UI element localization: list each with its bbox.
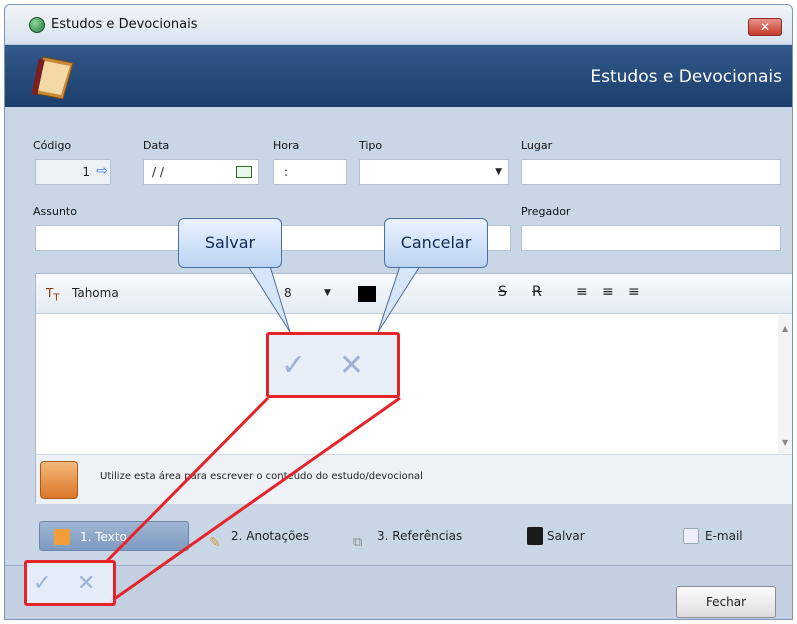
text-editor[interactable]: TT Tahoma 8 ▼ S R ≡ ≡ ≡ ▲ ▼ Utilize esta… — [35, 273, 792, 504]
pregador-field[interactable] — [521, 225, 781, 251]
tab-anotacoes-label: 2. Anotações — [231, 529, 310, 543]
calendar-icon[interactable] — [236, 166, 252, 178]
hora-label: Hora — [273, 139, 300, 152]
font-size-dropdown-icon[interactable]: ▼ — [324, 288, 331, 298]
hint-bar: Utilize esta área para escrever o conteú… — [36, 454, 792, 504]
folder-icon — [40, 461, 78, 499]
x-icon[interactable]: ✕ — [339, 351, 364, 381]
app-globe-icon — [29, 17, 45, 33]
title-bar: Estudos e Devocionais ✕ — [5, 5, 792, 45]
strikethrough-button[interactable]: S — [498, 284, 507, 300]
tipo-select[interactable]: ▼ — [359, 159, 509, 185]
hora-value: : — [284, 165, 289, 179]
font-size-select[interactable]: 8 — [284, 286, 292, 300]
align-center-icon[interactable]: ≡ — [602, 284, 614, 300]
scroll-down-icon[interactable]: ▼ — [782, 438, 788, 447]
cancelar-callout: Cancelar — [384, 218, 488, 268]
folder-tab-icon — [54, 529, 70, 545]
editor-scrollbar[interactable]: ▲ ▼ — [778, 314, 792, 454]
hora-field[interactable]: : — [273, 159, 347, 185]
tab-texto-label: 1. Texto — [80, 530, 127, 544]
banner-title: Estudos e Devocionais — [590, 67, 782, 87]
codigo-value: 1 — [82, 165, 90, 179]
data-value: / / — [152, 165, 164, 179]
close-button[interactable]: ✕ — [748, 18, 782, 36]
tab-referencias-label: 3. Referências — [377, 529, 463, 543]
scroll-up-icon[interactable]: ▲ — [782, 324, 788, 333]
email-button[interactable]: E-mail — [683, 521, 763, 551]
save-button-label: Salvar — [547, 529, 585, 543]
fechar-button[interactable]: Fechar — [676, 586, 776, 618]
lugar-field[interactable] — [521, 159, 781, 185]
align-right-icon[interactable]: ≡ — [628, 284, 640, 300]
color-swatch-icon[interactable] — [358, 286, 376, 302]
save-button[interactable]: Salvar — [527, 521, 607, 551]
tab-anotacoes[interactable]: ✎ 2. Anotações — [209, 521, 339, 551]
link-icon: ⧉ — [353, 535, 363, 550]
envelope-icon — [683, 528, 699, 544]
reset-format-button[interactable]: R — [532, 284, 542, 300]
arrow-right-icon[interactable]: ⇨ — [96, 163, 108, 179]
book-icon — [31, 56, 74, 100]
pregador-label: Pregador — [521, 205, 571, 218]
tab-texto[interactable]: 1. Texto — [39, 521, 189, 551]
window-title: Estudos e Devocionais — [51, 17, 198, 32]
check-icon[interactable]: ✓ — [281, 351, 306, 381]
tab-referencias[interactable]: ⧉ 3. Referências — [353, 521, 493, 551]
data-field[interactable]: / / — [143, 159, 259, 185]
align-left-icon[interactable]: ≡ — [576, 284, 588, 300]
editor-hint: Utilize esta área para escrever o conteú… — [100, 471, 423, 482]
x-small-icon[interactable]: ✕ — [77, 569, 95, 599]
data-label: Data — [143, 139, 170, 152]
header-banner: Estudos e Devocionais — [5, 45, 792, 107]
email-button-label: E-mail — [705, 529, 743, 543]
bottom-tabs: 1. Texto ✎ 2. Anotações ⧉ 3. Referências… — [33, 515, 792, 557]
check-small-icon[interactable]: ✓ — [33, 569, 51, 599]
chevron-down-icon[interactable]: ▼ — [495, 167, 502, 177]
bottom-bar: Fechar — [5, 565, 792, 619]
font-icon: TT — [46, 286, 60, 304]
highlight-box-large: ✓ ✕ — [266, 332, 400, 398]
tipo-label: Tipo — [359, 139, 383, 152]
floppy-disk-icon — [527, 527, 543, 545]
pencil-icon: ✎ — [209, 535, 221, 551]
format-toolbar: TT Tahoma 8 ▼ S R ≡ ≡ ≡ — [36, 274, 792, 314]
codigo-label: Código — [33, 139, 72, 152]
lugar-label: Lugar — [521, 139, 553, 152]
assunto-label: Assunto — [33, 205, 77, 218]
font-name-select[interactable]: Tahoma — [72, 286, 119, 300]
app-window: Estudos e Devocionais ✕ Estudos e Devoci… — [4, 4, 793, 620]
salvar-callout: Salvar — [178, 218, 282, 268]
codigo-field[interactable]: 1 ⇨ — [35, 159, 111, 185]
highlight-box-small: ✓ ✕ — [24, 560, 116, 606]
